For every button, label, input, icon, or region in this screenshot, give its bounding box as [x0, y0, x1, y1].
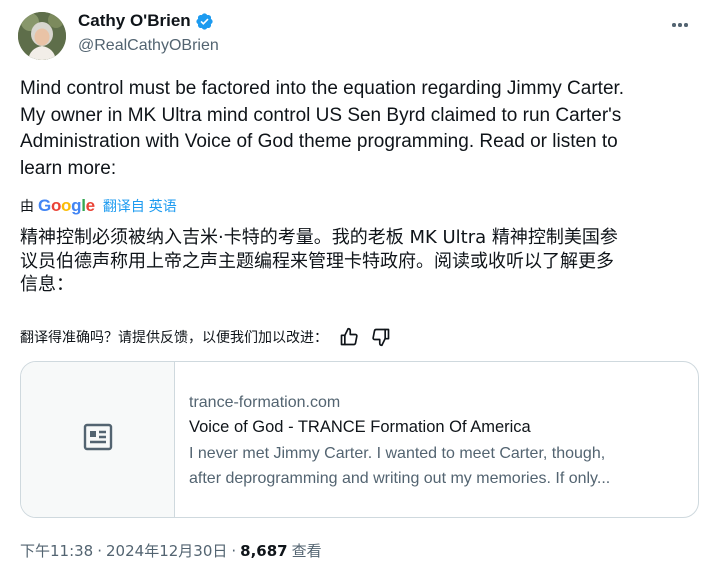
card-description: I never met Jimmy Carter. I wanted to me…: [189, 441, 684, 491]
meta-separator: ·: [97, 541, 103, 560]
feedback-prompt: 翻译得准确吗？请提供反馈，以便我们加以改进：: [20, 330, 328, 346]
meta-separator: ·: [231, 541, 237, 560]
views-label: 查看: [291, 542, 322, 560]
card-title: Voice of God - TRANCE Formation Of Ameri…: [189, 418, 531, 436]
article-icon: [83, 423, 113, 456]
translated-text-line: 精神控制必须被纳入吉米·卡特的考量。我的老板 MK Ultra 精神控制美国参: [20, 227, 618, 248]
verified-badge-icon: [195, 12, 214, 31]
more-horizontal-icon: [672, 23, 688, 27]
link-preview-card[interactable]: trance-formation.com Voice of God - TRAN…: [20, 361, 699, 518]
tweet-text-line: Administration with Voice of God theme p…: [20, 131, 618, 152]
tweet-text-line: Mind control must be factored into the e…: [20, 78, 625, 99]
card-domain: trance-formation.com: [189, 394, 341, 411]
avatar[interactable]: [18, 12, 66, 60]
thumbs-up-icon[interactable]: [338, 326, 360, 348]
translated-from-link[interactable]: 翻译自 英语: [103, 196, 177, 216]
translation-feedback: 翻译得准确吗？请提供反馈，以便我们加以改进：: [20, 326, 392, 348]
tweet-text-line: My owner in MK Ultra mind control US Sen…: [20, 104, 622, 126]
translation-attribution: 由 Google 翻译自 英语: [20, 196, 177, 216]
more-options-button[interactable]: [669, 14, 691, 36]
author-name[interactable]: Cathy O'Brien: [78, 11, 191, 31]
card-body: trance-formation.com Voice of God - TRAN…: [175, 362, 698, 517]
card-description-line: I never met Jimmy Carter. I wanted to me…: [189, 445, 606, 462]
views-count: 8,687: [240, 541, 288, 560]
author-name-row: Cathy O'Brien: [78, 11, 214, 31]
translated-text: 精神控制必须被纳入吉米·卡特的考量。我的老板 MK Ultra 精神控制美国参 …: [20, 226, 695, 297]
translated-text-line: 议员伯德声称用上帝之声主题编程来管理卡特政府。阅读或收听以了解更多: [20, 250, 614, 272]
card-thumbnail: [21, 362, 175, 517]
tweet-date[interactable]: 2024年12月30日: [106, 540, 227, 561]
author-handle[interactable]: @RealCathyOBrien: [78, 37, 219, 55]
card-description-line: after deprogramming and writing out my m…: [189, 470, 611, 487]
translated-text-line: 信息：: [20, 274, 74, 295]
google-logo: Google: [38, 196, 95, 215]
tweet-text: Mind control must be factored into the e…: [20, 76, 695, 182]
avatar-image: [18, 12, 66, 60]
tweet-meta: 下午11:38 · 2024年12月30日 · 8,687 查看: [20, 540, 322, 561]
tweet-text-line: learn more:: [20, 157, 117, 179]
translated-by-label: 由: [20, 198, 34, 214]
thumbs-down-icon[interactable]: [370, 326, 392, 348]
tweet-time[interactable]: 下午11:38: [20, 540, 93, 561]
